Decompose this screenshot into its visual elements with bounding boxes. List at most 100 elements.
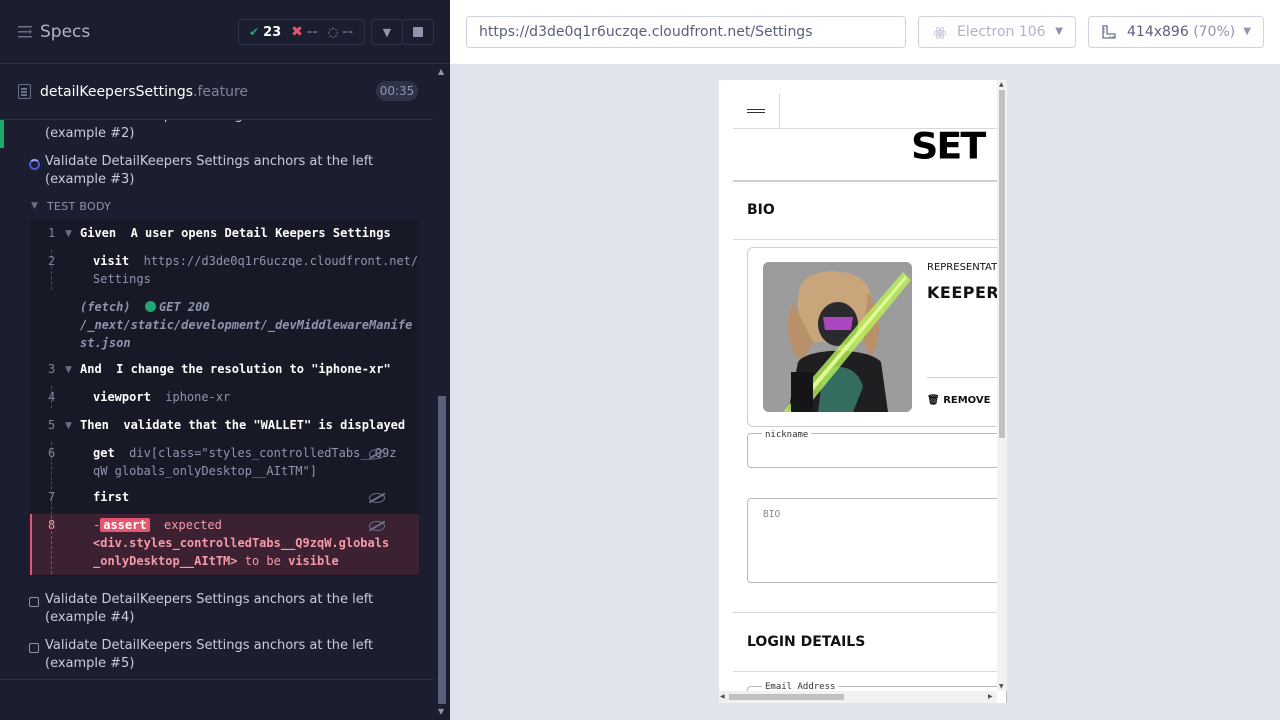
page-title: SET bbox=[911, 125, 986, 167]
scroll-up-arrow-icon[interactable]: ▲ bbox=[999, 81, 1004, 88]
scroll-right-arrow-icon[interactable]: ▶ bbox=[988, 693, 993, 700]
duration-badge: 00:35 bbox=[376, 81, 418, 101]
chevron-down-icon[interactable]: ▼ bbox=[65, 229, 72, 239]
command-first[interactable]: first bbox=[93, 488, 129, 506]
command-then[interactable]: Then validate that the "WALLET" is displ… bbox=[80, 416, 405, 434]
viewport-size: 414x896 bbox=[1127, 24, 1189, 40]
url-bar[interactable]: https://d3de0q1r6uczqe.cloudfront.net/Se… bbox=[466, 16, 906, 48]
app-preview-panel: https://d3de0q1r6uczqe.cloudfront.net/Se… bbox=[450, 0, 1280, 720]
scrollbar-thumb[interactable] bbox=[999, 90, 1005, 438]
running-spinner-icon bbox=[29, 159, 40, 170]
chevron-down-icon[interactable]: ▼ bbox=[65, 421, 72, 431]
test-body-label[interactable]: TEST BODY bbox=[47, 200, 111, 213]
reporter-panel: Specs ✔ 23 ✖ -- ◌ -- ▼ detailKeepersSetting… bbox=[0, 0, 450, 720]
step-keyword: And bbox=[80, 362, 102, 376]
command-number: 1 bbox=[48, 226, 56, 240]
bio-placeholder: BIO bbox=[763, 509, 781, 520]
viewport-scale: (70%) bbox=[1193, 24, 1236, 40]
file-extension: .feature bbox=[193, 84, 249, 100]
spec-file-header: detailKeepersSettings.feature bbox=[0, 64, 434, 120]
scrollbar-thumb[interactable] bbox=[729, 694, 844, 700]
reporter-header: Specs ✔ 23 ✖ -- ◌ -- ▼ bbox=[0, 0, 450, 64]
fetch-keyword: (fetch) bbox=[80, 300, 131, 314]
login-section-title: LOGIN DETAILS bbox=[747, 634, 866, 650]
command-keyword: first bbox=[93, 490, 130, 504]
test-row[interactable]: Validate DetailKeepers Settings anchors … bbox=[45, 637, 415, 673]
trash-icon: 🗑 bbox=[927, 395, 940, 406]
test-row[interactable]: Validate DetailKeepers Settings anchors … bbox=[45, 153, 415, 189]
pending-count: -- bbox=[342, 24, 353, 40]
command-given[interactable]: Given A user opens Detail Keepers Settin… bbox=[80, 224, 391, 242]
chevron-down-icon[interactable]: ▼ bbox=[31, 201, 38, 211]
ruler-icon bbox=[1102, 25, 1116, 39]
command-viewport[interactable]: viewport iphone-xr bbox=[93, 388, 230, 406]
command-keyword: visit bbox=[93, 254, 130, 268]
command-number: 4 bbox=[48, 390, 56, 404]
divider bbox=[733, 671, 997, 672]
viewport-selector[interactable]: 414x896 (70%) ▼ bbox=[1088, 16, 1264, 48]
fetch-path: /_next/static/development/_devMiddleware… bbox=[80, 318, 413, 332]
keeper-name: KEEPER bbox=[927, 283, 1000, 302]
assert-tobe: to be bbox=[244, 554, 281, 568]
bio-textarea[interactable] bbox=[747, 498, 1007, 583]
divider bbox=[733, 612, 997, 613]
test-label: Validate DetailKeepers Settings anchors … bbox=[45, 592, 374, 625]
assert-badge: assert bbox=[100, 518, 150, 532]
command-arg: https://d3de0q1r6uczqe.cloudfront.net/ bbox=[143, 254, 419, 268]
failed-stat: ✖ -- bbox=[291, 24, 318, 40]
specs-list-icon[interactable] bbox=[18, 26, 32, 38]
representative-label: REPRESENTATI bbox=[927, 262, 1001, 273]
assert-subject: <div.styles_controlledTabs__Q9zqW.global… bbox=[93, 536, 390, 550]
command-assert[interactable]: - assert expected <div.styles_controlledT… bbox=[93, 516, 398, 570]
command-get[interactable]: get div[class="styles_controlledTabs__Q9… bbox=[93, 444, 398, 480]
keeper-avatar bbox=[763, 262, 912, 412]
document-icon bbox=[18, 84, 31, 99]
keeper-avatar-image bbox=[763, 262, 912, 412]
chevron-down-icon: ▼ bbox=[1055, 26, 1063, 37]
divider bbox=[0, 679, 434, 680]
test-label: Validate DetailKeepers Settings anchors … bbox=[45, 638, 374, 671]
chevron-down-icon: ▼ bbox=[382, 25, 392, 39]
command-arg: Settings bbox=[93, 272, 151, 286]
passed-count: 23 bbox=[263, 24, 282, 40]
hidden-eye-icon[interactable] bbox=[369, 493, 385, 503]
command-and[interactable]: And I change the resolution to "iphone-x… bbox=[80, 360, 391, 378]
browser-selector[interactable]: Electron 106 ▼ bbox=[918, 16, 1076, 48]
scroll-left-arrow-icon[interactable]: ◀ bbox=[720, 693, 725, 700]
step-keyword: Given bbox=[80, 226, 117, 240]
scroll-down-arrow-icon[interactable]: ▼ bbox=[999, 683, 1004, 690]
chevron-down-icon[interactable]: ▼ bbox=[65, 365, 72, 375]
fetch-log[interactable]: (fetch) GET 200 /_next/static/developmen… bbox=[80, 298, 415, 352]
remove-button[interactable]: 🗑 REMOVE bbox=[927, 395, 990, 406]
step-text: A user opens Detail Keepers Settings bbox=[130, 226, 391, 240]
passed-marker bbox=[0, 120, 4, 148]
check-icon: ✔ bbox=[249, 25, 260, 39]
hamburger-menu-icon[interactable] bbox=[747, 109, 765, 113]
hidden-eye-icon[interactable] bbox=[369, 449, 385, 459]
command-arg: qW globals_onlyDesktop__AItTM"] bbox=[93, 464, 317, 478]
spec-file-name[interactable]: detailKeepersSettings.feature bbox=[40, 84, 248, 100]
command-arg: div[class="styles_controlledTabs__Q9z bbox=[129, 446, 397, 460]
remove-label: REMOVE bbox=[943, 395, 991, 406]
step-text: I change the resolution to "iphone-xr" bbox=[116, 362, 391, 376]
test-row[interactable]: Validate DetailKeepers Settings anchors … bbox=[45, 591, 415, 627]
queued-test-icon bbox=[29, 643, 39, 653]
scroll-down-arrow-icon[interactable]: ▼ bbox=[438, 707, 444, 716]
divider bbox=[733, 180, 997, 182]
scrollbar-thumb[interactable] bbox=[438, 396, 446, 704]
scroll-up-arrow-icon[interactable]: ▲ bbox=[438, 67, 444, 76]
specs-title[interactable]: Specs bbox=[40, 22, 90, 42]
failed-count: -- bbox=[306, 24, 318, 40]
pending-stat: ◌ -- bbox=[328, 25, 353, 40]
command-arg: iphone-xr bbox=[165, 390, 231, 404]
fetch-path: st.json bbox=[80, 336, 131, 350]
command-visit[interactable]: visit https://d3de0q1r6uczqe.cloudfront.… bbox=[93, 252, 418, 288]
hidden-eye-icon[interactable] bbox=[369, 521, 385, 531]
queued-test-icon bbox=[29, 597, 39, 607]
command-number: 7 bbox=[48, 490, 56, 504]
assert-expected: expected bbox=[164, 518, 222, 532]
fetch-status: GET 200 bbox=[159, 300, 210, 314]
collapse-button[interactable]: ▼ bbox=[371, 19, 403, 45]
stop-button[interactable] bbox=[402, 19, 434, 45]
assert-subject: _onlyDesktop__AItTM> bbox=[93, 554, 238, 568]
